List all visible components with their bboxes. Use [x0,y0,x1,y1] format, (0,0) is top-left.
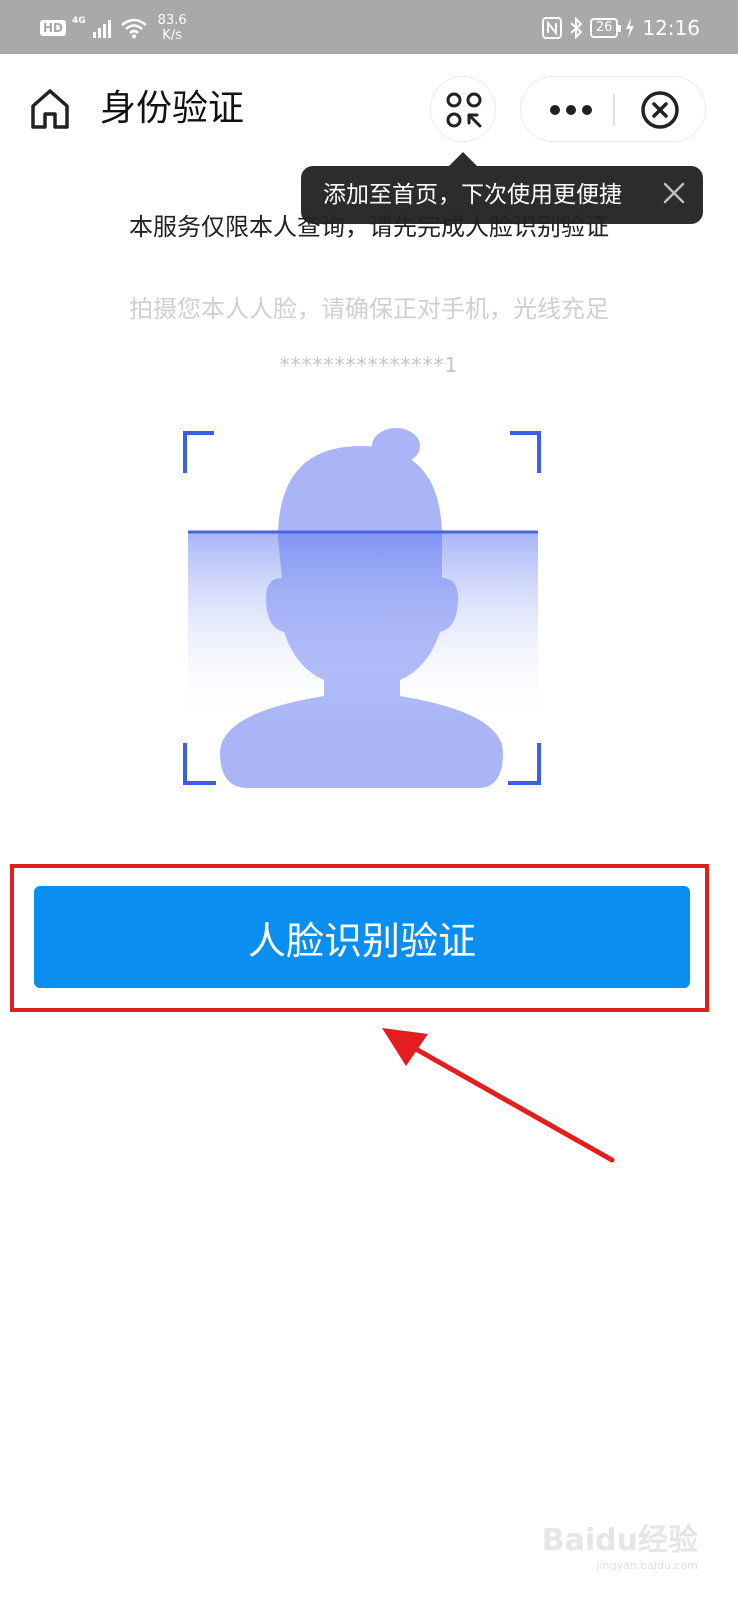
more-button[interactable] [533,90,605,130]
mini-program-capsule [520,76,706,142]
close-mini-program-button[interactable] [633,90,687,130]
hd-badge: HD [40,20,67,36]
close-icon [663,182,685,204]
network-type: 4G [72,16,86,26]
baidu-watermark: Baidu经验 jingyan.baidu.com [542,1523,698,1572]
status-bar-right: 26 12:16 [541,12,700,44]
network-speed-value: 83.6 [157,13,187,28]
red-arrow-annotation [382,1028,615,1163]
clock: 12:16 [642,16,700,40]
more-dots-icon [550,105,592,115]
network-speed-unit: K/s [162,28,182,43]
watermark-url: jingyan.baidu.com [596,1559,698,1572]
cellular-signal-icon [92,20,111,38]
status-bar: HD 4G 83.6 K/s 26 12:16 [0,0,738,54]
nfc-icon [541,17,562,39]
hint-text: 拍摄您本人人脸，请确保正对手机，光线充足 [129,295,609,323]
face-scan-illustration [178,428,548,794]
home-button[interactable] [28,86,72,132]
watermark-logo: Baidu经验 [541,1523,698,1558]
home-icon [31,89,69,129]
charging-icon [626,18,635,38]
add-to-home-button[interactable] [430,76,496,142]
face-silhouette-icon [183,428,541,788]
face-verify-button[interactable]: 人脸识别验证 [34,886,690,988]
add-to-home-icon [446,92,482,128]
tooltip-text: 添加至首页，下次使用更便捷 [323,182,622,208]
battery-indicator: 26 [589,18,621,38]
status-bar-left: HD 4G 83.6 K/s [40,10,187,46]
bluetooth-icon [570,17,583,39]
masked-id-number: ***************1 [279,353,459,377]
network-speed: 83.6 K/s [158,13,187,43]
page-title: 身份验证 [100,88,245,129]
wifi-icon [120,18,147,39]
close-circle-icon [641,91,679,129]
instruction-text: 本服务仅限本人查询，请先完成人脸识别验证 [129,213,609,241]
capsule-divider [613,94,615,126]
tooltip-close-button[interactable] [661,180,687,206]
